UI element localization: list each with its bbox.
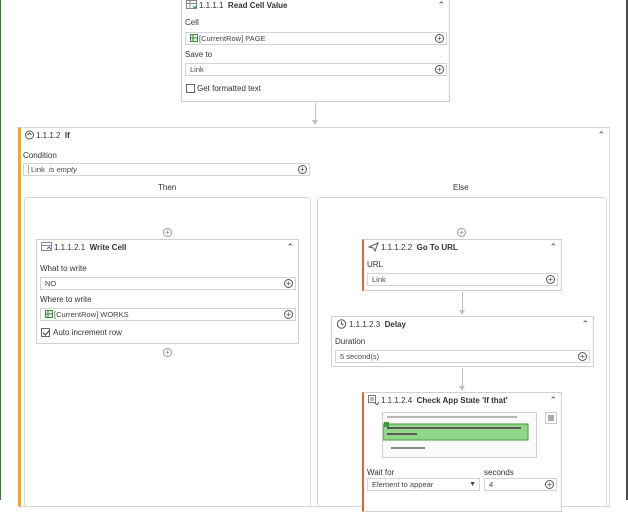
if-branch-icon — [24, 130, 35, 142]
if-header[interactable]: 1.1.1.2 If ⌃ — [21, 128, 609, 143]
connector-arrow-icon — [459, 310, 465, 315]
delay-card: 1.1.1.2.3 Delay ⌃ Duration 5 second(s) + — [331, 316, 594, 367]
wait-for-value: Element to appear — [372, 480, 434, 489]
seconds-label: seconds — [484, 468, 514, 477]
formatted-text-checkbox[interactable] — [186, 84, 195, 93]
wait-for-label: Wait for — [367, 468, 395, 477]
where-to-write-input[interactable]: [CurrentRow] WORKS + — [40, 308, 296, 321]
where-to-write-label: Where to write — [40, 295, 92, 304]
condition-input[interactable]: Link is empty + — [23, 163, 310, 176]
step-title: Go To URL — [416, 243, 458, 252]
auto-increment-label: Auto increment row — [53, 328, 122, 337]
duration-label: Duration — [335, 337, 366, 346]
excel-cell-icon — [190, 34, 198, 42]
add-step-icon[interactable]: + — [457, 228, 466, 237]
connector-line — [462, 292, 463, 310]
connector-arrow-icon — [312, 120, 318, 125]
step-number: 1.1.1.2.1 — [54, 243, 86, 252]
cell-label: Cell — [185, 18, 199, 27]
connector-arrow-icon — [459, 386, 465, 391]
add-condition-icon[interactable]: + — [298, 165, 307, 174]
step-title: If — [64, 131, 70, 140]
excel-cell-icon — [45, 310, 53, 318]
left-edge-marker — [0, 0, 1, 500]
collapse-chevron-icon[interactable]: ⌃ — [581, 319, 589, 329]
delay-header[interactable]: 1.1.1.2.3 Delay ⌃ — [332, 317, 593, 332]
step-title: Delay — [384, 320, 406, 329]
connector-line — [315, 103, 316, 120]
check-app-state-header[interactable]: 1.1.1.2.4 Check App State 'If that' ⌃ — [364, 393, 561, 408]
else-label: Else — [453, 183, 469, 192]
step-title: Read Cell Value — [227, 1, 288, 10]
add-variable-icon[interactable]: + — [578, 352, 587, 361]
collapse-chevron-icon[interactable]: ⌃ — [286, 242, 294, 252]
save-to-label: Save to — [185, 50, 213, 59]
add-step-icon[interactable]: + — [163, 348, 172, 357]
read-cell-header[interactable]: 1.1.1.1 Read Cell Value ⌃ — [182, 0, 449, 13]
go-to-url-card: 1.1.1.2.2 Go To URL ⌃ URL Link + — [362, 239, 562, 291]
collapse-chevron-icon[interactable]: ⌃ — [549, 242, 557, 252]
condition-variable: Link — [28, 165, 45, 174]
cell-value: [CurrentRow] PAGE — [199, 34, 266, 43]
add-step-icon[interactable]: + — [163, 228, 172, 237]
formatted-text-label: Get formatted text — [197, 84, 262, 93]
read-cell-card: 1.1.1.1 Read Cell Value ⌃ Cell [CurrentR… — [181, 0, 450, 102]
step-number: 1.1.1.2.3 — [349, 320, 381, 329]
collapse-chevron-icon[interactable]: ⌃ — [549, 395, 557, 405]
cell-input[interactable]: [CurrentRow] PAGE + — [185, 32, 447, 45]
go-to-url-header[interactable]: 1.1.1.2.2 Go To URL ⌃ — [364, 240, 561, 255]
what-to-write-input[interactable]: NO + — [40, 277, 296, 290]
add-variable-icon[interactable]: + — [546, 275, 555, 284]
preview-thumbnail-icon — [383, 416, 529, 449]
save-to-input[interactable]: Link + — [185, 63, 447, 76]
wait-for-select[interactable]: Element to appear ▼ — [367, 478, 480, 491]
app-state-icon — [368, 395, 380, 407]
write-cell-card: 1.1.1.2.1 Write Cell ⌃ What to write NO … — [36, 239, 299, 344]
step-number: 1.1.1.1 — [199, 1, 224, 10]
condition-operator: is empty — [48, 165, 77, 174]
add-variable-icon[interactable]: + — [435, 34, 444, 43]
element-preview-image[interactable] — [382, 412, 537, 458]
connector-line — [462, 368, 463, 386]
add-variable-icon[interactable]: + — [545, 480, 554, 489]
save-to-value: Link — [190, 65, 204, 74]
collapse-chevron-icon[interactable]: ⌃ — [437, 0, 445, 10]
url-value: Link — [372, 275, 386, 284]
dropdown-arrow-icon[interactable]: ▼ — [469, 479, 476, 490]
then-label: Then — [158, 183, 177, 192]
duration-input[interactable]: 5 second(s) + — [335, 350, 590, 363]
excel-write-icon — [41, 242, 52, 254]
step-number: 1.1.1.2.2 — [381, 243, 413, 252]
condition-label: Condition — [23, 151, 57, 160]
step-number: 1.1.1.2 — [36, 131, 61, 140]
clock-icon — [336, 319, 347, 331]
add-variable-icon[interactable]: + — [284, 310, 293, 319]
what-to-write-value: NO — [45, 279, 57, 288]
url-label: URL — [367, 260, 384, 269]
menu-icon[interactable] — [545, 412, 557, 424]
collapse-chevron-icon[interactable]: ⌃ — [597, 130, 605, 140]
what-to-write-label: What to write — [40, 264, 87, 273]
step-title: Write Cell — [89, 243, 127, 252]
add-variable-icon[interactable]: + — [435, 65, 444, 74]
seconds-value: 4 — [489, 480, 494, 489]
seconds-input[interactable]: 4 + — [484, 478, 557, 491]
check-app-state-card: 1.1.1.2.4 Check App State 'If that' ⌃ Wa… — [362, 392, 562, 512]
step-number: 1.1.1.2.4 — [381, 396, 413, 405]
step-title: Check App State 'If that' — [416, 396, 508, 405]
duration-value: 5 second(s) — [340, 352, 380, 361]
url-input[interactable]: Link + — [367, 273, 558, 286]
navigate-icon — [367, 242, 379, 254]
excel-read-icon — [186, 0, 198, 12]
auto-increment-checkbox[interactable] — [41, 328, 50, 337]
add-variable-icon[interactable]: + — [284, 279, 293, 288]
where-to-write-value: [CurrentRow] WORKS — [54, 310, 129, 319]
write-cell-header[interactable]: 1.1.1.2.1 Write Cell ⌃ — [37, 240, 298, 255]
